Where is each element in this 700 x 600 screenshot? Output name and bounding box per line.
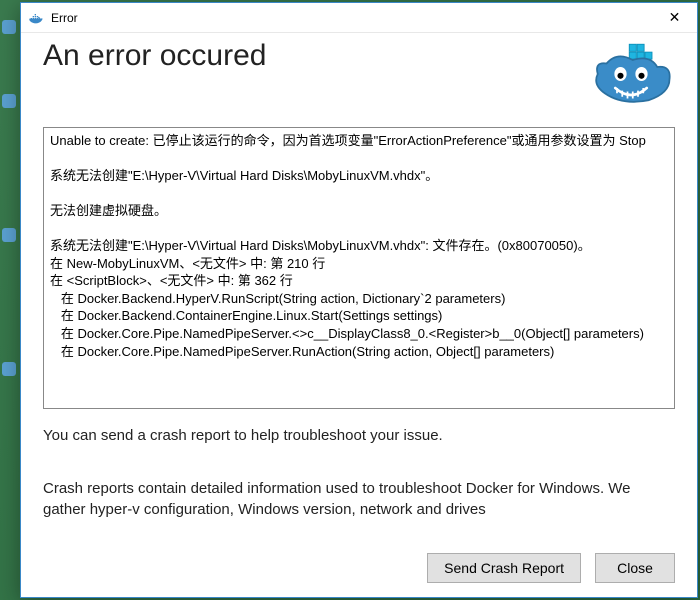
dialog-content: An error occured Un: [21, 33, 697, 597]
close-icon: ✕: [669, 9, 681, 26]
error-text-frame: Unable to create: 已停止该运行的命令，因为首选项变量"Erro…: [43, 127, 675, 409]
error-heading: An error occured: [43, 39, 587, 73]
header-row: An error occured: [43, 39, 675, 109]
window-close-button[interactable]: ✕: [652, 3, 697, 33]
window-title: Error: [51, 11, 652, 25]
error-text-area[interactable]: Unable to create: 已停止该运行的命令，因为首选项变量"Erro…: [44, 128, 674, 408]
docker-app-icon: [27, 9, 45, 27]
background-window-edge: [2, 0, 20, 600]
bg-icon: [2, 362, 16, 376]
docker-whale-icon: [587, 39, 675, 109]
bg-icon: [2, 20, 16, 34]
bg-icon: [2, 228, 16, 242]
bg-icon: [2, 94, 16, 108]
titlebar[interactable]: Error ✕: [21, 3, 697, 33]
close-button[interactable]: Close: [595, 553, 675, 583]
send-crash-report-button[interactable]: Send Crash Report: [427, 553, 581, 583]
button-row: Send Crash Report Close: [427, 553, 675, 583]
crash-report-prompt: You can send a crash report to help trou…: [43, 427, 675, 444]
crash-report-description: Crash reports contain detailed informati…: [43, 478, 675, 520]
error-dialog-window: Error ✕ An error occured: [20, 2, 698, 598]
